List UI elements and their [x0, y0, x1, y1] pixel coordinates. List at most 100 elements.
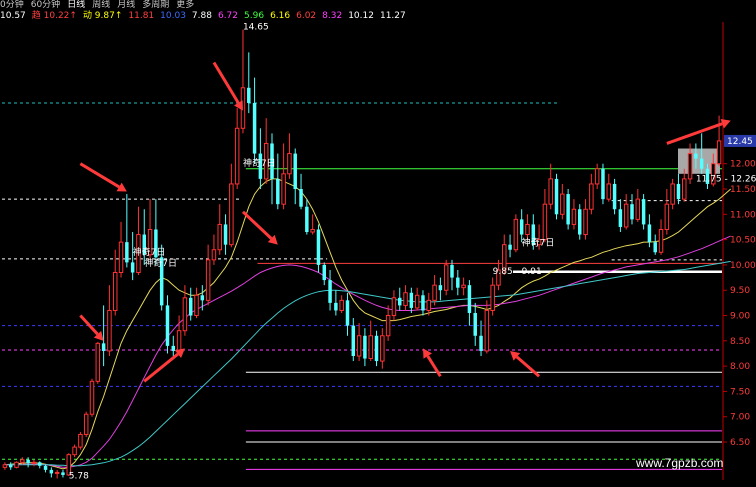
candle-body-2 — [14, 461, 19, 468]
candle-body-89 — [519, 219, 524, 235]
candle-body-29 — [171, 345, 176, 351]
candle-body-114 — [664, 203, 670, 230]
candle-body-53 — [310, 228, 315, 233]
candle-body-100 — [583, 208, 588, 236]
candle-body-57 — [334, 302, 338, 311]
candle-body-101 — [589, 183, 594, 210]
candle-body-123 — [716, 140, 722, 165]
candle-body-110 — [641, 199, 646, 225]
candle-body-82 — [479, 335, 483, 351]
candle-body-119 — [694, 153, 698, 159]
y-tick-label-3: 10.50 — [730, 236, 756, 246]
candle-body-69 — [403, 292, 408, 306]
candle-body-4 — [26, 459, 30, 464]
candle-body-83 — [484, 309, 490, 352]
candle-body-14 — [83, 413, 89, 435]
candle-body-81 — [473, 312, 477, 336]
candle-body-9 — [54, 471, 60, 474]
candle-body-49 — [287, 153, 292, 175]
y-tick-label-11: 6.50 — [730, 438, 750, 448]
red-arrow-7 — [666, 118, 731, 145]
y-tick-label-2: 11.00 — [730, 210, 756, 220]
candle-body-12 — [72, 446, 77, 456]
candle-body-19 — [112, 272, 118, 311]
candle-body-38 — [223, 224, 228, 245]
candle-body-90 — [525, 223, 530, 236]
candle-body-8 — [49, 469, 54, 474]
candle-body-87 — [508, 244, 512, 250]
candle-body-72 — [421, 295, 425, 311]
candle-body-18 — [107, 309, 112, 352]
candle-body-97 — [566, 194, 570, 225]
candle-body-78 — [456, 277, 460, 288]
watermark: www.7gpzb.com — [636, 456, 724, 470]
candle-body-7 — [43, 465, 48, 470]
y-tick-label-9: 7.50 — [730, 387, 750, 397]
candle-body-22 — [130, 262, 135, 273]
candle-body-66 — [385, 315, 391, 337]
candle-body-48 — [281, 173, 286, 205]
candle-body-54 — [316, 229, 321, 265]
candle-body-80 — [467, 285, 472, 313]
candle-body-118 — [687, 153, 693, 180]
candle-body-107 — [623, 203, 629, 228]
candle-body-84 — [490, 284, 495, 311]
candle-body-20 — [118, 241, 124, 274]
candle-body-109 — [635, 198, 641, 220]
candle-body-113 — [658, 228, 664, 253]
candle-body-120 — [699, 158, 704, 169]
y-tick-label-6: 9.00 — [730, 312, 750, 322]
candle-body-70 — [409, 292, 414, 308]
candle-body-67 — [391, 297, 397, 317]
candle-body-94 — [548, 178, 553, 205]
candlestick-chart: 12.00 11.50 11.00 10.50 10.00 9.50 9.00 8.50 8.0… — [2, 22, 756, 481]
candle-body-116 — [676, 183, 681, 200]
candle-body-56 — [328, 280, 332, 303]
candle-body-103 — [601, 168, 605, 200]
candle-body-111 — [647, 224, 652, 243]
candle-body-50 — [293, 153, 297, 190]
candle-body-35 — [205, 259, 211, 301]
candle-body-0 — [2, 464, 8, 468]
candle-body-117 — [682, 178, 687, 200]
candle-body-102 — [594, 168, 600, 185]
y-tick-label-10: 7.00 — [730, 413, 750, 423]
candle-body-112 — [653, 242, 657, 253]
candle-body-43 — [252, 102, 257, 154]
candle-body-16 — [95, 342, 101, 382]
candle-body-40 — [234, 127, 240, 185]
candle-body-79 — [461, 284, 466, 289]
candle-body-52 — [305, 206, 309, 233]
candle-body-74 — [432, 284, 437, 301]
candle-body-13 — [78, 433, 83, 448]
red-arrow-1 — [79, 162, 127, 192]
y-tick-label-5: 9.50 — [730, 286, 750, 296]
candle-body-60 — [351, 325, 356, 357]
candle-body-28 — [165, 305, 170, 346]
candle-body-108 — [630, 204, 634, 220]
candle-body-76 — [443, 264, 449, 291]
candle-body-6 — [38, 462, 42, 466]
y-tick-label-8: 8.00 — [730, 362, 750, 372]
candle-body-47 — [276, 178, 280, 205]
candle-body-62 — [363, 335, 367, 359]
candle-body-30 — [176, 330, 182, 352]
candle-body-99 — [578, 209, 582, 235]
annotation-5: 神奇7日 — [522, 237, 555, 249]
y-tick-label-0: 12.00 — [730, 160, 756, 170]
candle-body-95 — [554, 178, 559, 215]
candle-body-37 — [217, 223, 222, 251]
candle-body-63 — [368, 335, 373, 360]
annotation-2: 神奇7日 — [243, 157, 276, 169]
annotation-0: 14.65 — [243, 23, 269, 33]
y-tick-label-1: 11.50 — [730, 185, 756, 195]
candle-body-59 — [345, 300, 350, 326]
candle-body-71 — [414, 294, 420, 309]
candle-body-21 — [125, 242, 129, 263]
candle-body-17 — [101, 343, 106, 351]
candle-body-105 — [612, 183, 617, 210]
annotation-6: 9.85 - 9.91 — [493, 267, 542, 277]
candle-body-104 — [606, 183, 612, 200]
candle-body-32 — [188, 297, 193, 316]
annotation-7: 11.75 - 12.26 — [696, 174, 756, 184]
